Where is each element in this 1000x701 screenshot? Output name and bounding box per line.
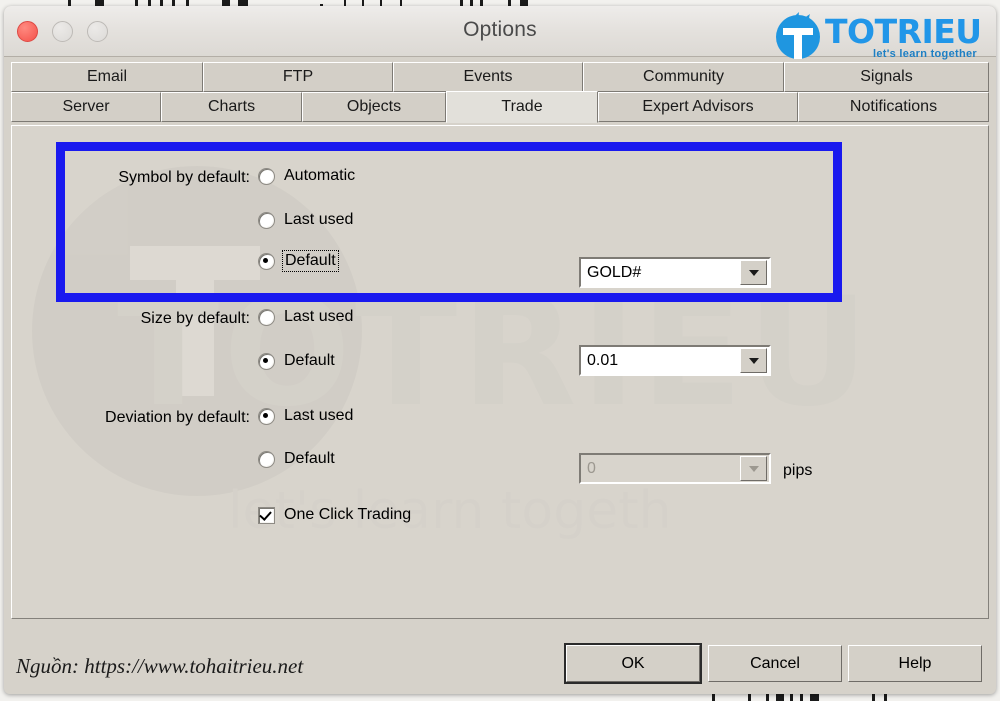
tab-signals[interactable]: Signals	[784, 62, 989, 92]
symbol-option-default[interactable]: Default	[258, 250, 339, 272]
tab-label: Server	[62, 98, 110, 115]
tab-community[interactable]: Community	[583, 62, 784, 92]
help-button[interactable]: Help	[848, 645, 982, 682]
totrieu-logo: TOTRIEU let's learn together	[765, 6, 996, 66]
radio-label: Default	[282, 250, 339, 272]
deviation-option-default[interactable]: Default	[258, 450, 335, 468]
radio-icon[interactable]	[258, 167, 275, 185]
totrieu-logo-icon	[776, 12, 820, 59]
radio-label: Last used	[284, 407, 354, 424]
combobox-value: 0	[587, 459, 596, 477]
trade-settings-panel: TOTRIEU let's learn togeth Symbol by def…	[11, 125, 989, 619]
tab-label: Notifications	[849, 98, 938, 115]
dialog-footer: Nguồn: https://www.tohaitrieu.net OK Can…	[4, 619, 996, 694]
tab-label: Charts	[207, 98, 256, 115]
symbol-by-default-label: Symbol by default:	[118, 169, 250, 186]
tab-label: Objects	[346, 98, 402, 115]
deviation-units-label: pips	[783, 462, 813, 479]
radio-label: Automatic	[284, 167, 356, 184]
symbol-option-last-used[interactable]: Last used	[258, 211, 353, 229]
logo-tagline: let's learn together	[873, 48, 977, 60]
options-dialog-window: Options TOTRIEU let's learn together Ema…	[4, 6, 996, 694]
chevron-down-icon[interactable]	[740, 348, 767, 373]
radio-icon[interactable]	[258, 450, 275, 468]
tab-label: Trade	[501, 98, 543, 115]
tab-label: Expert Advisors	[642, 98, 754, 115]
tab-label: Community	[643, 68, 724, 85]
deviation-by-default-label: Deviation by default:	[105, 409, 250, 426]
combobox-value: GOLD#	[587, 263, 642, 281]
tab-label: Events	[463, 68, 513, 85]
tab-charts[interactable]: Charts	[161, 92, 302, 122]
size-default-combobox[interactable]: 0.01	[579, 345, 771, 376]
tab-server[interactable]: Server	[11, 92, 161, 122]
cancel-button[interactable]: Cancel	[708, 645, 842, 682]
chevron-down-icon[interactable]	[740, 260, 767, 285]
window-titlebar: Options TOTRIEU let's learn together	[4, 6, 996, 60]
tab-strip: Email FTP Events Community Signals Serve…	[11, 62, 989, 126]
size-option-last-used[interactable]: Last used	[258, 308, 353, 326]
radio-icon[interactable]	[258, 252, 275, 270]
radio-icon[interactable]	[258, 352, 275, 370]
tab-notifications[interactable]: Notifications	[798, 92, 989, 122]
radio-label: Last used	[284, 308, 354, 325]
tab-row-secondary: Server Charts Objects Trade Expert Advis…	[11, 91, 989, 123]
one-click-trading-checkbox-row[interactable]: One Click Trading	[258, 506, 411, 524]
checkbox-icon[interactable]	[258, 506, 275, 524]
tab-events[interactable]: Events	[393, 62, 583, 92]
radio-label: Last used	[284, 211, 354, 228]
tab-objects[interactable]: Objects	[302, 92, 446, 122]
radio-icon[interactable]	[258, 308, 275, 326]
button-label: Cancel	[750, 654, 800, 672]
combobox-value: 0.01	[587, 351, 619, 369]
logo-wordmark: TOTRIEU	[825, 12, 982, 51]
symbol-option-automatic[interactable]: Automatic	[258, 167, 355, 185]
chevron-down-icon	[740, 456, 767, 481]
tab-label: FTP	[282, 68, 314, 85]
tab-ftp[interactable]: FTP	[203, 62, 393, 92]
radio-icon[interactable]	[258, 407, 275, 425]
tab-label: Email	[86, 68, 127, 85]
ok-button[interactable]: OK	[566, 645, 700, 682]
tab-row-primary: Email FTP Events Community Signals	[11, 62, 989, 92]
source-attribution: Nguồn: https://www.tohaitrieu.net	[16, 654, 304, 678]
tab-trade[interactable]: Trade	[446, 91, 598, 123]
checkbox-label: One Click Trading	[284, 506, 412, 523]
radio-label: Default	[284, 352, 335, 369]
radio-icon[interactable]	[258, 211, 275, 229]
symbol-default-combobox[interactable]: GOLD#	[579, 257, 771, 288]
radio-label: Default	[284, 450, 335, 467]
tab-email[interactable]: Email	[11, 62, 203, 92]
deviation-default-combobox: 0	[579, 453, 771, 484]
size-by-default-label: Size by default:	[140, 310, 250, 327]
button-label: Help	[898, 654, 932, 672]
deviation-option-last-used[interactable]: Last used	[258, 407, 353, 425]
tab-expert-advisors[interactable]: Expert Advisors	[598, 92, 798, 122]
button-label: OK	[621, 654, 645, 672]
size-option-default[interactable]: Default	[258, 352, 335, 370]
tab-label: Signals	[860, 68, 913, 85]
